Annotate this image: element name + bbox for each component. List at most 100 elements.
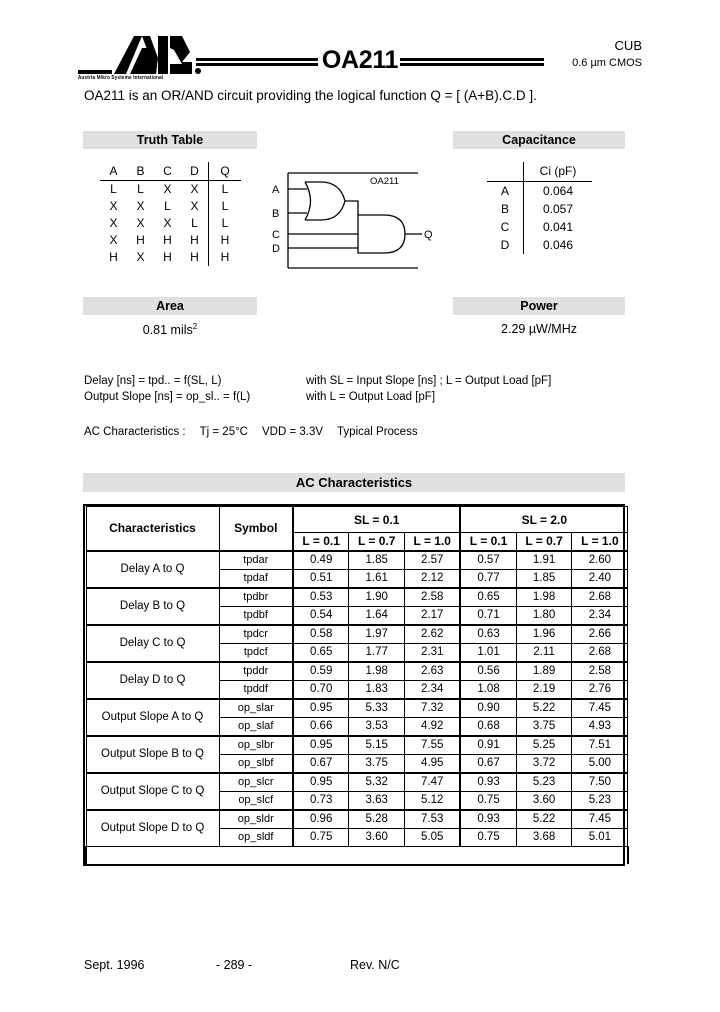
ac-value: 3.63 bbox=[348, 790, 406, 810]
ac-temperature: Tj = 25°C bbox=[199, 426, 248, 438]
truth-cell: H bbox=[190, 233, 199, 247]
truth-cell: X bbox=[163, 216, 172, 230]
ac-value: 0.51 bbox=[292, 568, 350, 588]
ac-value: 2.34 bbox=[571, 605, 629, 625]
ac-value: 1.90 bbox=[348, 586, 406, 607]
ac-value: 7.50 bbox=[571, 771, 629, 792]
ac-symbol: op_slar bbox=[218, 697, 294, 718]
ac-symbol: tpdar bbox=[218, 549, 294, 570]
ac-value: 2.17 bbox=[404, 605, 461, 625]
ac-value: 0.95 bbox=[292, 771, 350, 792]
ac-characteristic-label: Delay A to Q bbox=[85, 549, 220, 588]
ac-value: 2.57 bbox=[404, 549, 461, 570]
ac-value: 0.63 bbox=[459, 623, 517, 644]
ac-value: 7.51 bbox=[571, 734, 629, 755]
ac-value: 1.77 bbox=[348, 642, 406, 662]
truth-cell: X bbox=[190, 182, 199, 196]
col-symbol: Symbol bbox=[218, 506, 294, 551]
ac-value: 0.54 bbox=[292, 605, 350, 625]
ac-value: 1.64 bbox=[348, 605, 406, 625]
table-spacer-cell bbox=[85, 846, 629, 864]
truth-cell: L bbox=[208, 180, 241, 198]
table-row: C 0.041 bbox=[487, 218, 592, 236]
ac-value: 0.58 bbox=[292, 623, 350, 644]
ac-value: 3.53 bbox=[348, 716, 406, 736]
ac-symbol: op_slbr bbox=[218, 734, 294, 755]
truth-cell: H bbox=[163, 250, 172, 264]
truth-cell: L bbox=[208, 214, 241, 232]
ac-value: 0.59 bbox=[292, 660, 350, 681]
table-row: B 0.057 bbox=[487, 200, 592, 218]
ac-characteristic-label: Output Slope D to Q bbox=[85, 808, 220, 847]
ac-value: 1.98 bbox=[348, 660, 406, 681]
footer-revision: Rev. N/C bbox=[350, 958, 400, 972]
power-value: 2.29 µW/MHz bbox=[501, 322, 577, 336]
output-label-q: Q bbox=[424, 229, 432, 241]
ac-value: 2.58 bbox=[571, 660, 629, 681]
ac-value: 5.23 bbox=[571, 790, 629, 810]
capacitance-value: 0.046 bbox=[523, 236, 592, 254]
ac-value: 3.60 bbox=[348, 827, 406, 847]
col-group-sl-2-0: SL = 2.0 bbox=[459, 506, 629, 533]
ac-characteristics-table: Characteristics Symbol SL = 0.1 SL = 2.0… bbox=[83, 504, 629, 866]
ac-value: 0.95 bbox=[292, 734, 350, 755]
ac-value: 1.83 bbox=[348, 679, 406, 699]
ac-symbol: tpddf bbox=[218, 679, 294, 699]
capacitance-pin: A bbox=[500, 184, 509, 198]
table-row: Delay B to Qtpdbr 0.53 1.90 2.58 0.65 1.98 2.6… bbox=[85, 586, 629, 625]
circuit-part-label: OA211 bbox=[370, 176, 399, 187]
truth-cell: H bbox=[208, 231, 241, 249]
ac-value: 3.68 bbox=[515, 827, 573, 847]
input-label-a: A bbox=[272, 184, 280, 196]
ac-value: 2.68 bbox=[571, 586, 629, 607]
ac-value: 7.45 bbox=[571, 697, 629, 718]
ac-value: 2.40 bbox=[571, 568, 629, 588]
ac-value: 0.67 bbox=[459, 753, 517, 773]
ac-value: 0.73 bbox=[292, 790, 350, 810]
ac-value: 3.75 bbox=[348, 753, 406, 773]
footer-page-number: - 289 - bbox=[216, 958, 253, 972]
truth-cell: L bbox=[191, 216, 198, 230]
area-exponent: 2 bbox=[192, 322, 198, 331]
capacitance-value-header: Ci (pF) bbox=[523, 162, 592, 182]
ac-value: 2.11 bbox=[515, 642, 573, 662]
ac-value: 7.32 bbox=[404, 697, 461, 718]
ac-value: 2.58 bbox=[404, 586, 461, 607]
ac-value: 2.68 bbox=[571, 642, 629, 662]
ac-value: 1.80 bbox=[515, 605, 573, 625]
ac-value: 5.05 bbox=[404, 827, 461, 847]
ac-value: 0.49 bbox=[292, 549, 350, 570]
capacitance-value: 0.057 bbox=[523, 200, 592, 218]
table-row: Output Slope D to Qop_sldr 0.96 5.28 7.53 0.… bbox=[85, 808, 629, 847]
col-characteristics: Characteristics bbox=[85, 506, 220, 551]
truth-cell: H bbox=[190, 250, 199, 264]
ac-value: 0.93 bbox=[459, 808, 517, 829]
slope-conditions: with L = Output Load [pF] bbox=[306, 391, 436, 403]
truth-cell: L bbox=[208, 197, 241, 215]
ac-value: 2.60 bbox=[571, 549, 629, 570]
table-row: Delay C to Qtpdcr 0.58 1.97 2.62 0.63 1.96 2.6… bbox=[85, 623, 629, 662]
ac-value: 1.61 bbox=[348, 568, 406, 588]
table-row: Delay A to Qtpdar 0.49 1.85 2.57 0.57 1.91 2.6… bbox=[85, 549, 629, 588]
truth-cell: X bbox=[109, 233, 118, 247]
capacitance-header-row: Ci (pF) bbox=[487, 162, 592, 182]
ac-value: 0.53 bbox=[292, 586, 350, 607]
ac-value: 0.65 bbox=[292, 642, 350, 662]
ac-value: 2.31 bbox=[404, 642, 461, 662]
ac-value: 0.67 bbox=[292, 753, 350, 773]
table-row: L L X X L bbox=[100, 180, 241, 198]
ac-value: 0.71 bbox=[459, 605, 517, 625]
logic-circuit-diagram: A B C D Q OA211 bbox=[272, 168, 433, 274]
delay-definition: Delay [ns] = tpd.. = f(SL, L) bbox=[84, 375, 222, 387]
ac-value: 1.85 bbox=[515, 568, 573, 588]
ac-symbol: tpdaf bbox=[218, 568, 294, 588]
process-node: 0.6 µm CMOS bbox=[572, 57, 642, 69]
table-row: Output Slope C to Qop_slcr 0.95 5.32 7.47 0.… bbox=[85, 771, 629, 810]
circuit-svg: A B C D Q OA211 bbox=[272, 172, 433, 269]
capacitance-value: 0.064 bbox=[523, 181, 592, 200]
ac-symbol: tpdbr bbox=[218, 586, 294, 607]
ac-value: 3.75 bbox=[515, 716, 573, 736]
ac-value: 7.53 bbox=[404, 808, 461, 829]
ac-value: 0.75 bbox=[292, 827, 350, 847]
table-row: Output Slope B to Qop_slbr 0.95 5.15 7.55 0.… bbox=[85, 734, 629, 773]
